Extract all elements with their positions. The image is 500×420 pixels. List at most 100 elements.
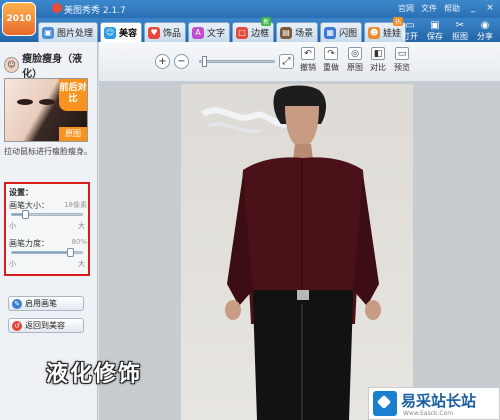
face	[285, 106, 319, 148]
app-logo: 2010	[2, 2, 36, 36]
window-title: 美图秀秀 2.1.7	[64, 6, 126, 16]
tab-flash[interactable]: ▦ 闪图	[320, 22, 363, 42]
effect-preview-thumbnail[interactable]: 前后对比 原图	[4, 78, 88, 142]
share-label: 分享	[477, 32, 493, 41]
tab-text[interactable]: A 文字	[188, 22, 231, 42]
open-button[interactable]: ▭ 打开	[398, 20, 422, 42]
tab-label: 边框	[251, 29, 270, 39]
original-icon: ◎	[348, 47, 362, 60]
image-canvas[interactable]	[99, 82, 500, 420]
undo-icon: ↶	[301, 47, 315, 60]
original-label: 原图	[347, 63, 363, 72]
photo-illustration	[201, 85, 381, 420]
panel-title: ☺ 瘦脸瘦身（液化）	[4, 50, 97, 80]
smoke-wisp	[208, 122, 262, 133]
tab-image-edit[interactable]: ▣ 图片处理	[38, 22, 99, 42]
watermark-url: Www.Easck.Com	[403, 410, 454, 417]
back-to-beauty-button[interactable]: ↺ 返回到美容	[8, 318, 84, 333]
tab-accessories[interactable]: ♥ 饰品	[144, 22, 187, 42]
enable-brush-button[interactable]: ✎ 启用画笔	[8, 296, 84, 311]
brush-strength-row: 画笔力度： 80% 小 大	[9, 238, 87, 268]
share-icon: ◉	[480, 20, 490, 31]
left-hand	[225, 300, 241, 320]
watermark: 易采站长站 Www.Easck.Com	[368, 387, 500, 420]
brush-size-value: 18像素	[64, 201, 87, 209]
link-help[interactable]: 帮助	[444, 3, 460, 14]
undo-label: 撤销	[300, 63, 316, 72]
minimize-button[interactable]: _	[466, 2, 480, 14]
watermark-text: 易采站长站	[401, 392, 477, 410]
cutout-icon: ✂	[455, 20, 465, 31]
frame-icon: □	[236, 26, 249, 39]
original-button[interactable]: ◎ 原图	[344, 46, 366, 77]
before-after-badge: 前后对比	[59, 79, 87, 111]
max-label: 大	[78, 222, 85, 230]
tab-label: 文字	[207, 29, 226, 39]
app-window: 美图秀秀 2.1.7 官网 文件 帮助 _ × 2010 ▣ 图片处理 ☺ 美容…	[0, 0, 500, 420]
redo-label: 重做	[323, 63, 339, 72]
edited-photo[interactable]	[181, 84, 413, 420]
slider-fill	[12, 252, 70, 253]
scene-icon: ▤	[280, 26, 293, 39]
tab-label: 饰品	[163, 29, 182, 39]
original-badge: 原图	[59, 127, 87, 141]
max-label: 大	[78, 260, 85, 268]
back-to-beauty-label: 返回到美容	[25, 321, 65, 330]
brush-strength-value: 80%	[71, 238, 87, 246]
slider-handle[interactable]	[22, 210, 29, 219]
beauty-icon: ☺	[104, 26, 117, 39]
canvas-toolbar: + − ⤢ ↶ 撤销 ↷ 重做 ◎ 原图 ◧ 对比 ▭ 预览	[99, 42, 500, 82]
brush-size-label: 画笔大小：	[9, 201, 49, 210]
link-file[interactable]: 文件	[421, 3, 437, 14]
compare-button[interactable]: ◧ 对比	[367, 46, 389, 77]
preview-eye	[17, 99, 33, 105]
open-icon: ▭	[405, 20, 415, 31]
open-label: 打开	[402, 32, 418, 41]
right-hand	[365, 300, 381, 320]
redo-button[interactable]: ↷ 重做	[320, 46, 342, 77]
undo-button[interactable]: ↶ 撤销	[297, 46, 319, 77]
belt-buckle	[297, 290, 309, 300]
zoom-in-button[interactable]: +	[155, 54, 170, 69]
cutout-button[interactable]: ✂ 抠图	[448, 20, 472, 42]
compare-label: 对比	[370, 63, 386, 72]
tab-label: 场景	[295, 29, 314, 39]
tab-beauty[interactable]: ☺ 美容	[100, 22, 143, 42]
flash-icon: ▦	[324, 26, 337, 39]
zoom-slider-handle[interactable]	[202, 56, 207, 67]
settings-box: 设置： 画笔大小： 18像素 小 大 画笔力度： 80% 小 大	[4, 182, 90, 276]
fit-to-window-button[interactable]: ⤢	[279, 54, 294, 69]
link-official-site[interactable]: 官网	[398, 3, 414, 14]
main-tab-bar: ▣ 图片处理 ☺ 美容 ♥ 饰品 A 文字 □ 边框 新 ▤ 场景 ▦ 闪图 ☻…	[0, 17, 500, 42]
share-button[interactable]: ◉ 分享	[473, 20, 497, 42]
enable-brush-label: 启用画笔	[25, 299, 57, 308]
cutout-label: 抠图	[452, 32, 468, 41]
min-label: 小	[9, 260, 16, 268]
tab-scene[interactable]: ▤ 场景	[276, 22, 319, 42]
heart-icon: ♥	[148, 26, 161, 39]
close-button[interactable]: ×	[483, 2, 497, 14]
compare-icon: ◧	[371, 47, 385, 60]
preview-icon: ▭	[395, 47, 409, 60]
settings-title: 设置：	[9, 188, 33, 197]
brush-strength-label: 画笔力度：	[9, 239, 49, 248]
panel-title-text: 瘦脸瘦身（液化）	[22, 54, 83, 80]
brush-icon: ✎	[12, 298, 22, 309]
preview-button[interactable]: ▭ 预览	[391, 46, 413, 77]
save-label: 保存	[427, 32, 443, 41]
tab-label: 美容	[119, 29, 138, 39]
brush-size-slider[interactable]	[11, 210, 83, 219]
zoom-slider[interactable]	[199, 56, 275, 67]
preview-label: 预览	[394, 63, 410, 72]
new-badge: 新	[261, 17, 272, 26]
doll-icon: ☻	[368, 26, 381, 39]
slider-handle[interactable]	[67, 248, 74, 257]
face-icon: ☺	[4, 57, 20, 73]
tab-frame[interactable]: □ 边框 新	[232, 17, 275, 42]
app-small-icon	[52, 3, 62, 13]
usage-hint: 拉动鼠标进行瘦脸瘦身。	[4, 147, 92, 156]
save-button[interactable]: ▣ 保存	[423, 20, 447, 42]
zoom-out-button[interactable]: −	[174, 54, 189, 69]
brush-strength-slider[interactable]	[11, 248, 83, 257]
effect-caption: 液化修饰	[46, 362, 143, 387]
